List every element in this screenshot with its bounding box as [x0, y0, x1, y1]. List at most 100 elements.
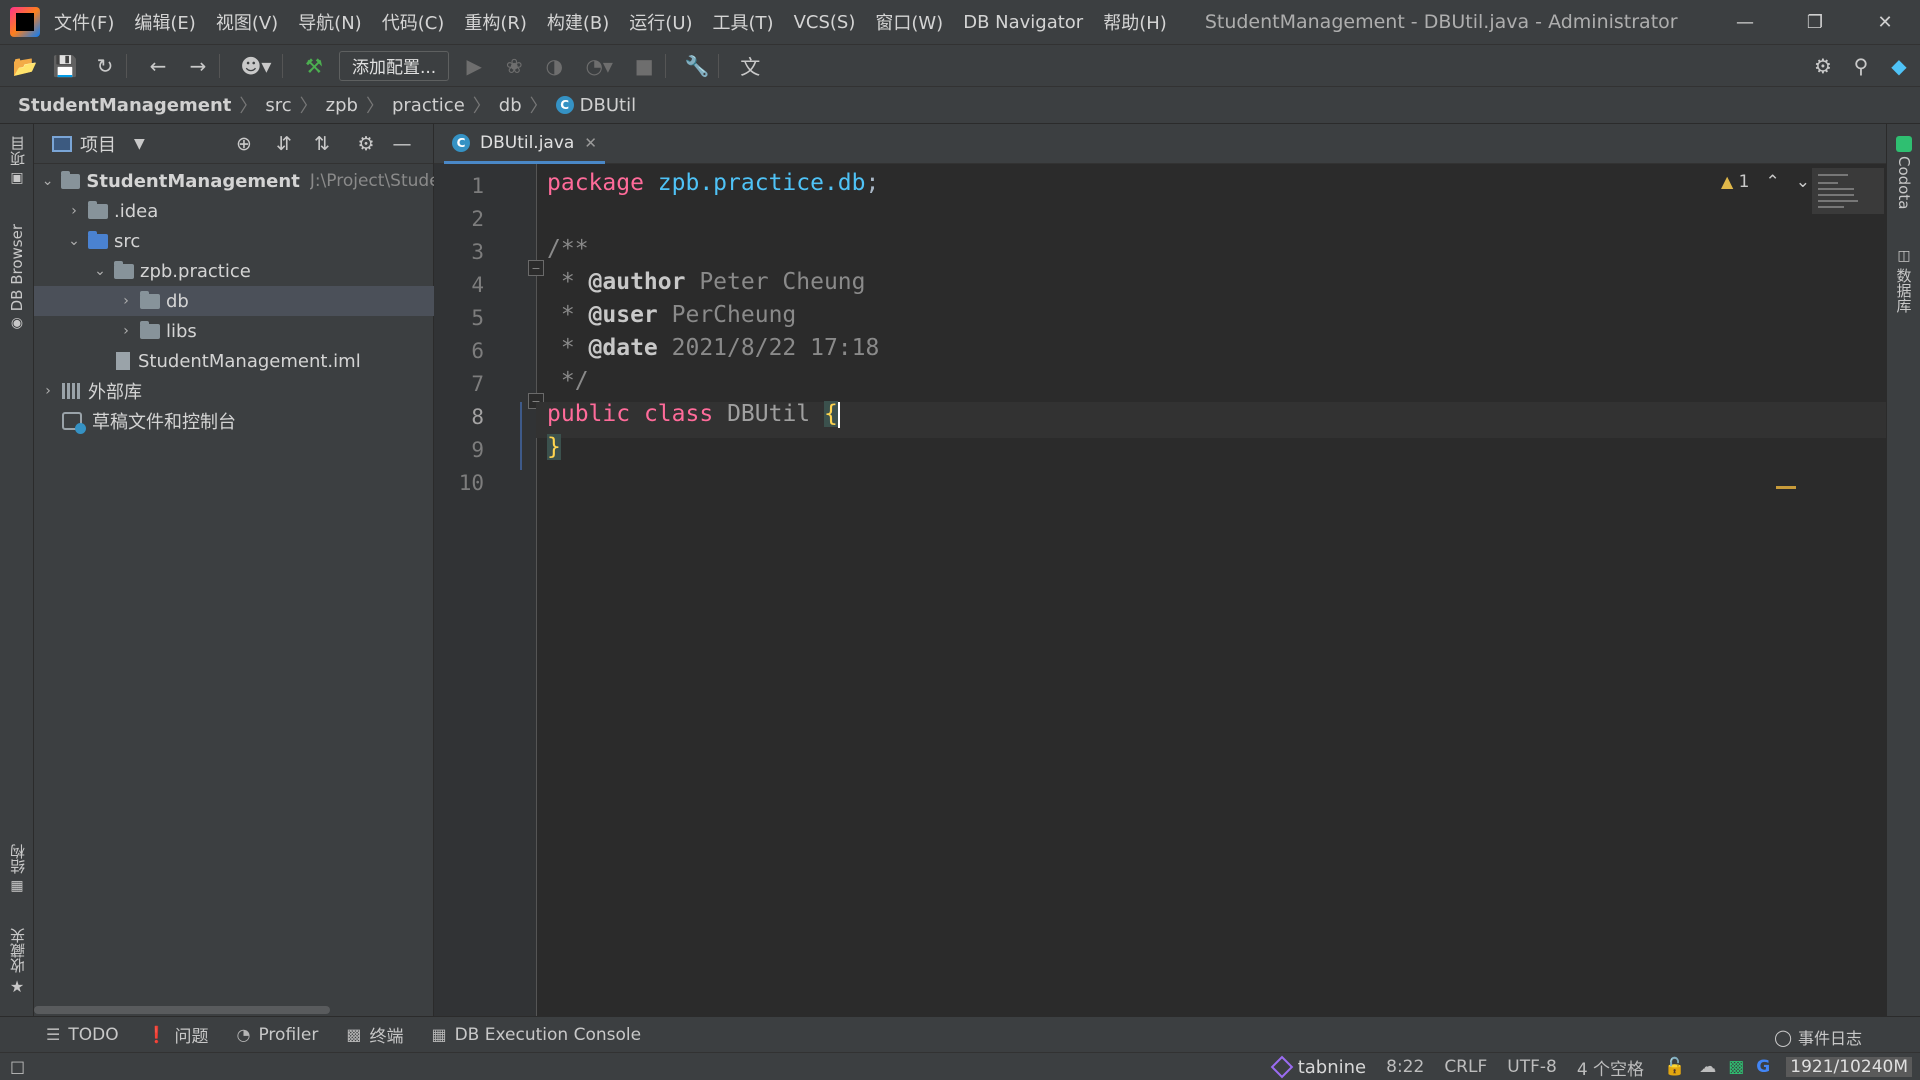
project-tool-tab[interactable]: 项目 ▣ [0, 136, 34, 186]
previous-highlight-icon[interactable]: ⌃ [1766, 172, 1780, 192]
menu-window[interactable]: 窗口(W) [875, 9, 943, 35]
tree-item-zpb-practice[interactable]: ⌄ zpb.practice [34, 256, 434, 286]
project-panel-title[interactable]: 项目 [80, 131, 116, 157]
tree-item-iml[interactable]: StudentManagement.iml [34, 346, 434, 376]
chevron-right-icon[interactable]: › [118, 323, 134, 339]
panel-gear-icon[interactable]: ⚙ [352, 130, 380, 158]
menu-help[interactable]: 帮助(H) [1103, 9, 1167, 35]
code-editor[interactable]: 1 2 3 4 5 6 7 8 9 10 − − package zpb.pra… [434, 164, 1886, 1016]
todo-tab[interactable]: ☰ TODO [46, 1025, 119, 1045]
add-configuration-button[interactable]: 添加配置... [339, 50, 450, 81]
breadcrumb-zpb[interactable]: zpb [326, 95, 358, 116]
open-folder-icon[interactable]: 📂 [10, 51, 40, 81]
collapse-all-icon[interactable]: ⇅ [308, 130, 336, 158]
breadcrumb-db[interactable]: db [499, 95, 522, 116]
breadcrumb-src[interactable]: src [265, 95, 291, 116]
hide-panel-icon[interactable]: — [388, 130, 416, 158]
save-all-icon[interactable]: 💾 [50, 51, 80, 81]
tab-dbutil-java[interactable]: C DBUtil.java ✕ [444, 124, 605, 164]
code-minimap[interactable] [1812, 168, 1884, 214]
search-icon[interactable]: ⚲ [1846, 51, 1876, 81]
chevron-right-icon[interactable]: › [66, 203, 82, 219]
user-dropdown-icon[interactable]: ☻▾ [236, 51, 276, 81]
menu-navigate[interactable]: 导航(N) [298, 9, 362, 35]
google-icon[interactable]: G [1756, 1057, 1770, 1077]
chevron-down-icon[interactable]: ▼ [134, 136, 145, 152]
stop-icon[interactable]: ■ [629, 51, 659, 81]
sync-icon[interactable]: ↻ [90, 51, 120, 81]
toggle-tool-windows-icon[interactable]: □ [10, 1057, 25, 1076]
profile-run-icon[interactable]: ◔▾ [579, 51, 619, 81]
menu-refactor[interactable]: 重构(R) [464, 9, 527, 35]
chevron-right-icon[interactable]: › [40, 383, 56, 399]
line-number-gutter: 1 2 3 4 5 6 7 8 9 10 [434, 164, 536, 1016]
settings-wrench-icon[interactable]: 🔧 [682, 51, 712, 81]
event-log-tab[interactable]: ◯ 事件日志 [1774, 1025, 1862, 1049]
minimize-button[interactable]: — [1710, 0, 1780, 44]
menu-db-navigator[interactable]: DB Navigator [963, 12, 1083, 33]
menu-tools[interactable]: 工具(T) [713, 9, 774, 35]
database-tool-tab[interactable]: ◫ 数据库 [1887, 248, 1920, 313]
menu-file[interactable]: 文件(F) [54, 9, 114, 35]
run-icon[interactable]: ▶ [459, 51, 489, 81]
warning-count[interactable]: ▲ 1 [1721, 172, 1750, 192]
structure-tool-tab[interactable]: 结构 ▦ [0, 844, 34, 894]
menu-build[interactable]: 构建(B) [547, 9, 609, 35]
build-hammer-icon[interactable]: ⚒ [299, 51, 329, 81]
file-encoding[interactable]: UTF-8 [1507, 1057, 1557, 1077]
codota-tool-tab[interactable]: Codota [1887, 136, 1920, 209]
chevron-right-icon[interactable]: › [118, 293, 134, 309]
close-icon[interactable]: ✕ [584, 134, 597, 152]
menu-edit[interactable]: 编辑(E) [134, 9, 195, 35]
intellij-logo-icon[interactable] [10, 7, 40, 37]
chevron-down-icon[interactable]: ⌄ [66, 233, 82, 249]
caret-position[interactable]: 8:22 [1386, 1057, 1424, 1077]
translate-icon[interactable]: 文 [735, 51, 765, 81]
coverage-icon[interactable]: ◑ [539, 51, 569, 81]
tabnine-widget[interactable]: tabnine [1270, 1055, 1366, 1079]
expand-all-icon[interactable]: ⇵ [270, 130, 298, 158]
jetbrains-toolbox-icon[interactable]: ◆ [1884, 51, 1914, 81]
locate-file-icon[interactable]: ⊕ [230, 130, 258, 158]
lock-icon[interactable]: 🔓 [1664, 1057, 1685, 1077]
codota-status-icon[interactable]: ▩ [1728, 1057, 1744, 1077]
tree-item-project-root[interactable]: ⌄ StudentManagement J:\Project\Stude [34, 166, 434, 196]
tree-item-db[interactable]: › db [34, 286, 434, 316]
breadcrumb-practice[interactable]: practice [392, 95, 465, 116]
db-browser-tool-tab[interactable]: DB Browser ◉ [0, 224, 34, 331]
breadcrumb-dbutil[interactable]: DBUtil [580, 95, 636, 116]
tree-item-scratches[interactable]: 草稿文件和控制台 [34, 406, 434, 436]
problems-tab[interactable]: ❗ 问题 [147, 1022, 209, 1047]
menu-vcs[interactable]: VCS(S) [794, 12, 856, 33]
tree-item-external-libraries[interactable]: › 外部库 [34, 376, 434, 406]
fold-collapse-icon[interactable]: − [528, 260, 544, 276]
forward-arrow-icon[interactable]: → [183, 51, 213, 81]
chevron-down-icon[interactable]: ⌄ [92, 263, 108, 279]
indent-setting[interactable]: 4 个空格 [1577, 1055, 1644, 1080]
close-window-button[interactable]: ✕ [1850, 0, 1920, 44]
favorites-tool-tab[interactable]: 收藏夹 ★ [0, 928, 34, 996]
restore-button[interactable]: ❐ [1780, 0, 1850, 44]
debug-icon[interactable]: ❀ [499, 51, 529, 81]
code-line-7: */ [547, 368, 589, 394]
warning-stripe-mark[interactable] [1776, 486, 1796, 489]
tree-item-idea[interactable]: › .idea [34, 196, 434, 226]
tree-item-libs[interactable]: › libs [34, 316, 434, 346]
cloud-icon[interactable]: ☁ [1699, 1057, 1716, 1077]
menu-run[interactable]: 运行(U) [629, 9, 692, 35]
inspection-widget[interactable]: ▲ 1 ⌃ ⌄ [1721, 172, 1810, 192]
gear-icon[interactable]: ⚙ [1808, 51, 1838, 81]
breadcrumb-project[interactable]: StudentManagement [18, 95, 231, 116]
terminal-tab[interactable]: ▩ 终端 [346, 1022, 403, 1047]
menu-code[interactable]: 代码(C) [382, 9, 445, 35]
horizontal-scrollbar[interactable] [34, 1006, 330, 1014]
db-execution-console-tab[interactable]: ▦ DB Execution Console [431, 1025, 641, 1045]
line-separator[interactable]: CRLF [1444, 1057, 1487, 1077]
profiler-tab[interactable]: ◔ Profiler [237, 1025, 319, 1045]
chevron-down-icon[interactable]: ⌄ [40, 173, 55, 189]
tree-item-src[interactable]: ⌄ src [34, 226, 434, 256]
next-highlight-icon[interactable]: ⌄ [1796, 172, 1810, 192]
menu-view[interactable]: 视图(V) [216, 9, 278, 35]
back-arrow-icon[interactable]: ← [143, 51, 173, 81]
memory-indicator[interactable]: 1921/10240M [1786, 1057, 1912, 1077]
